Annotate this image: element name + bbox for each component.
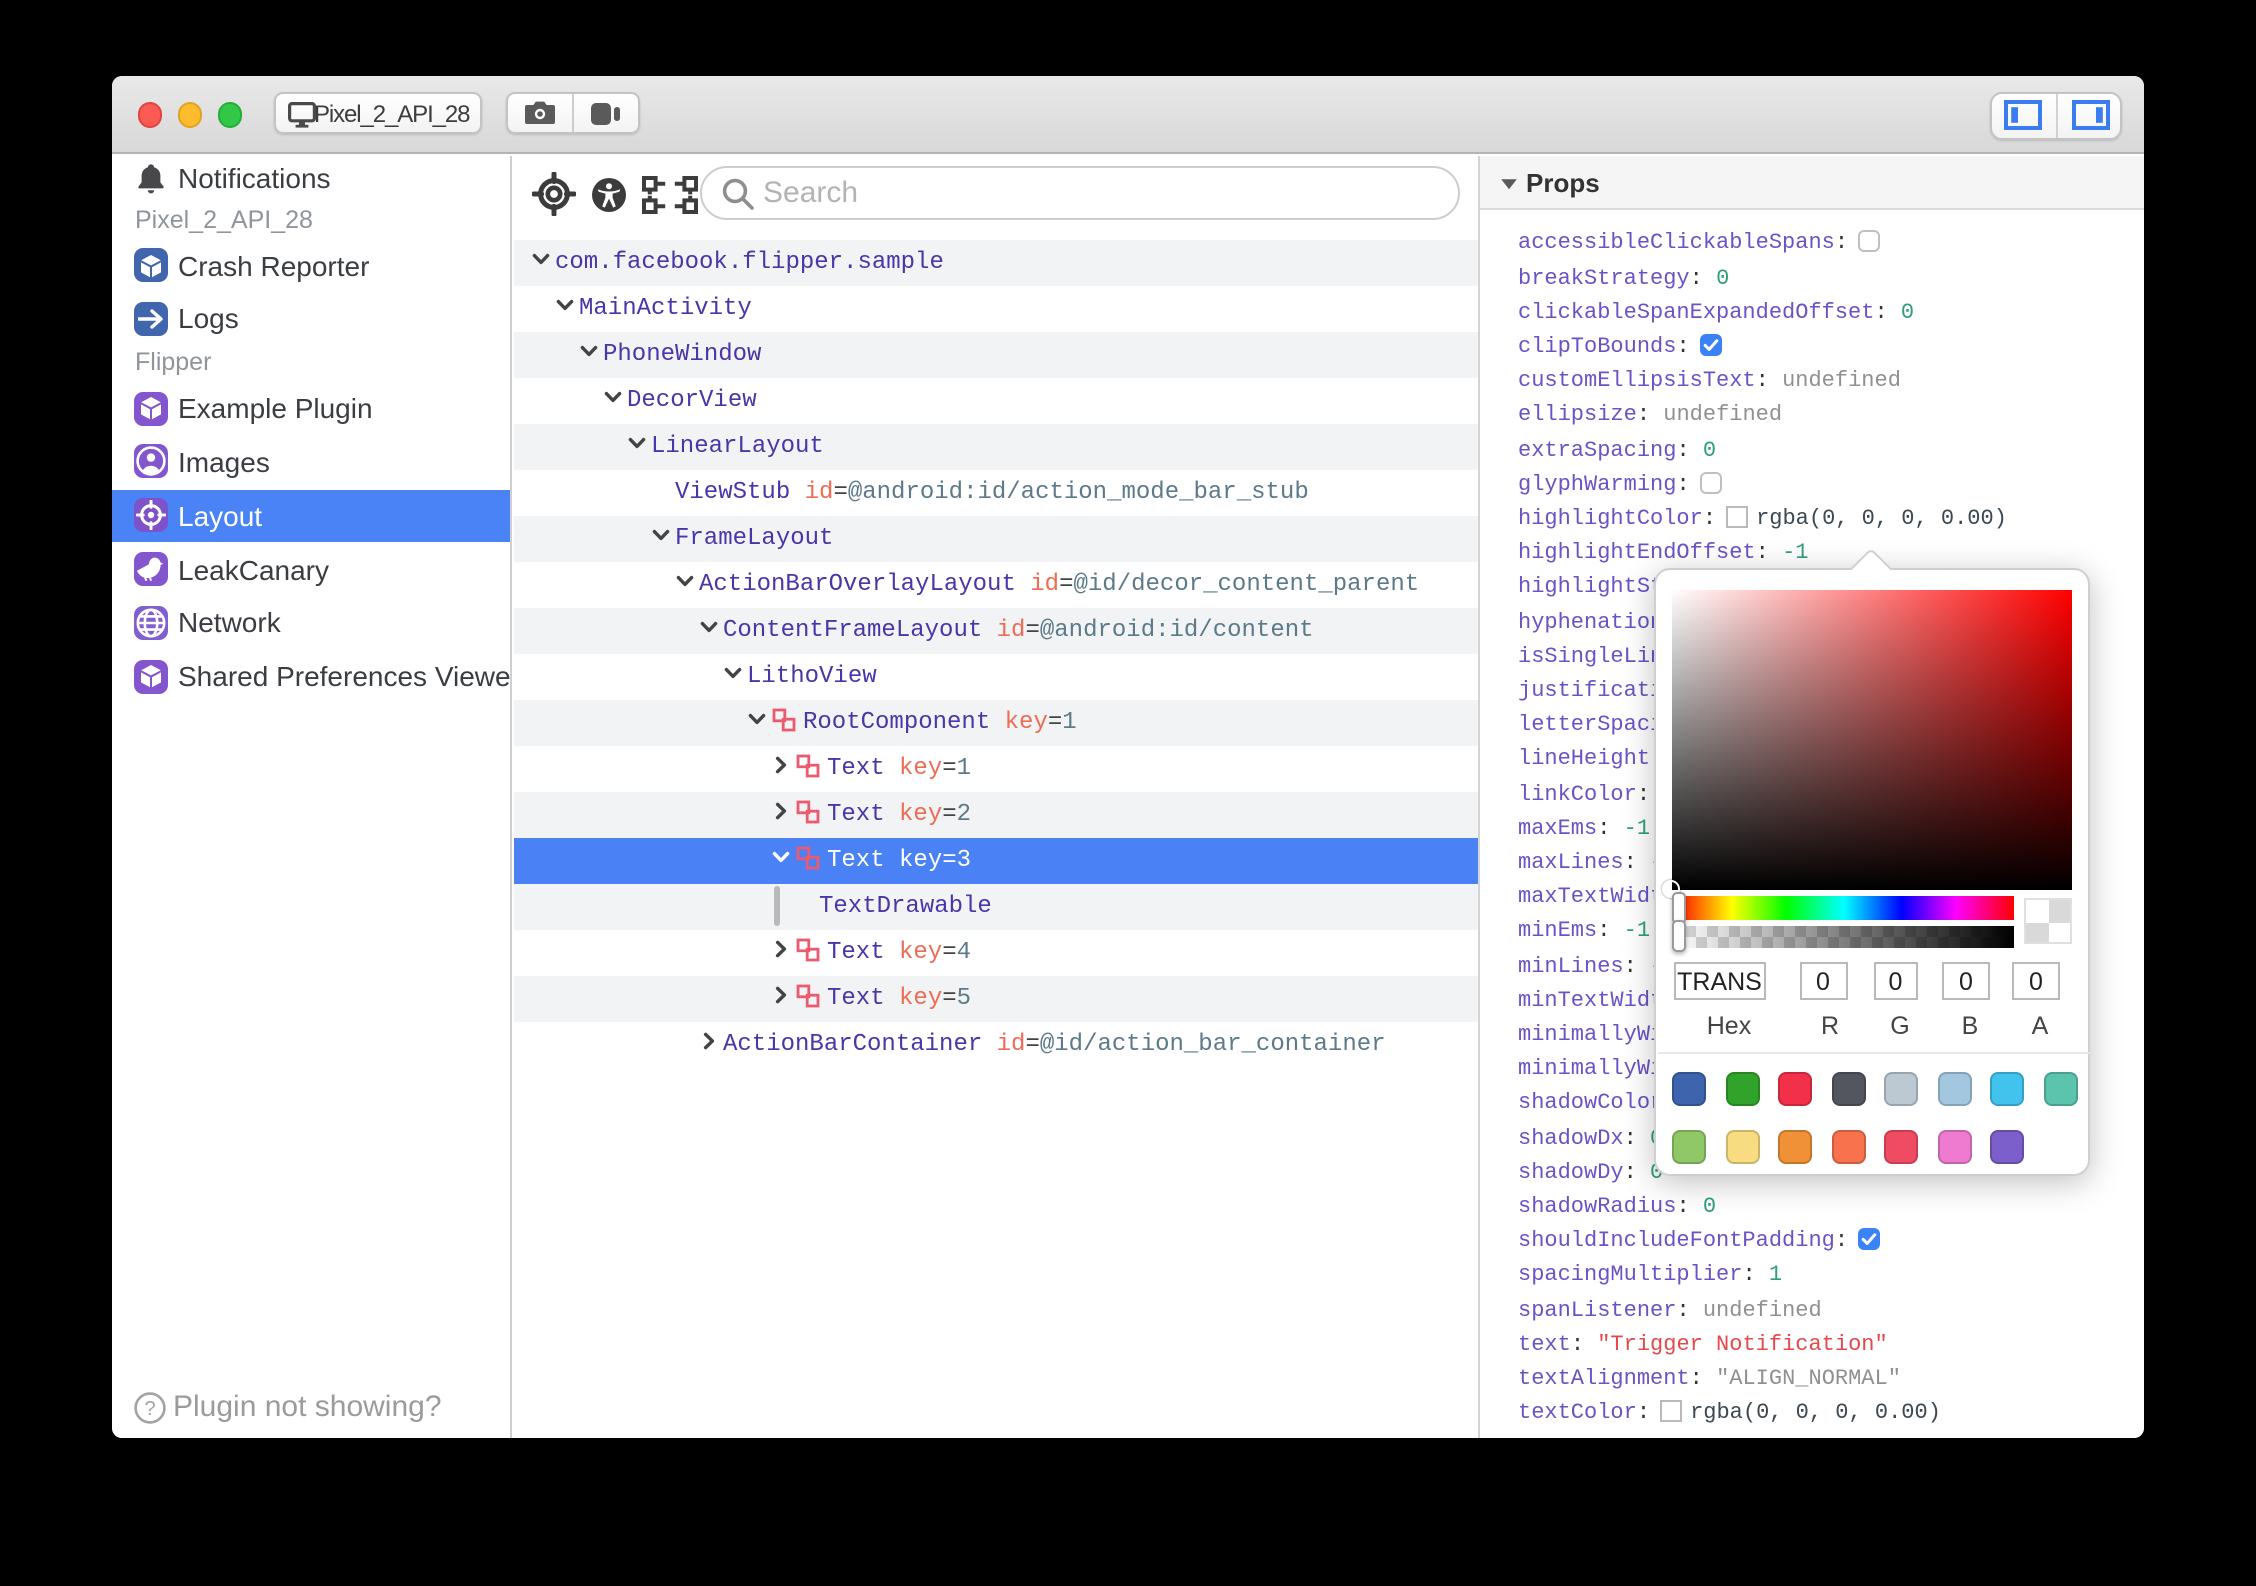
svg-text:?: ? xyxy=(143,1397,154,1419)
